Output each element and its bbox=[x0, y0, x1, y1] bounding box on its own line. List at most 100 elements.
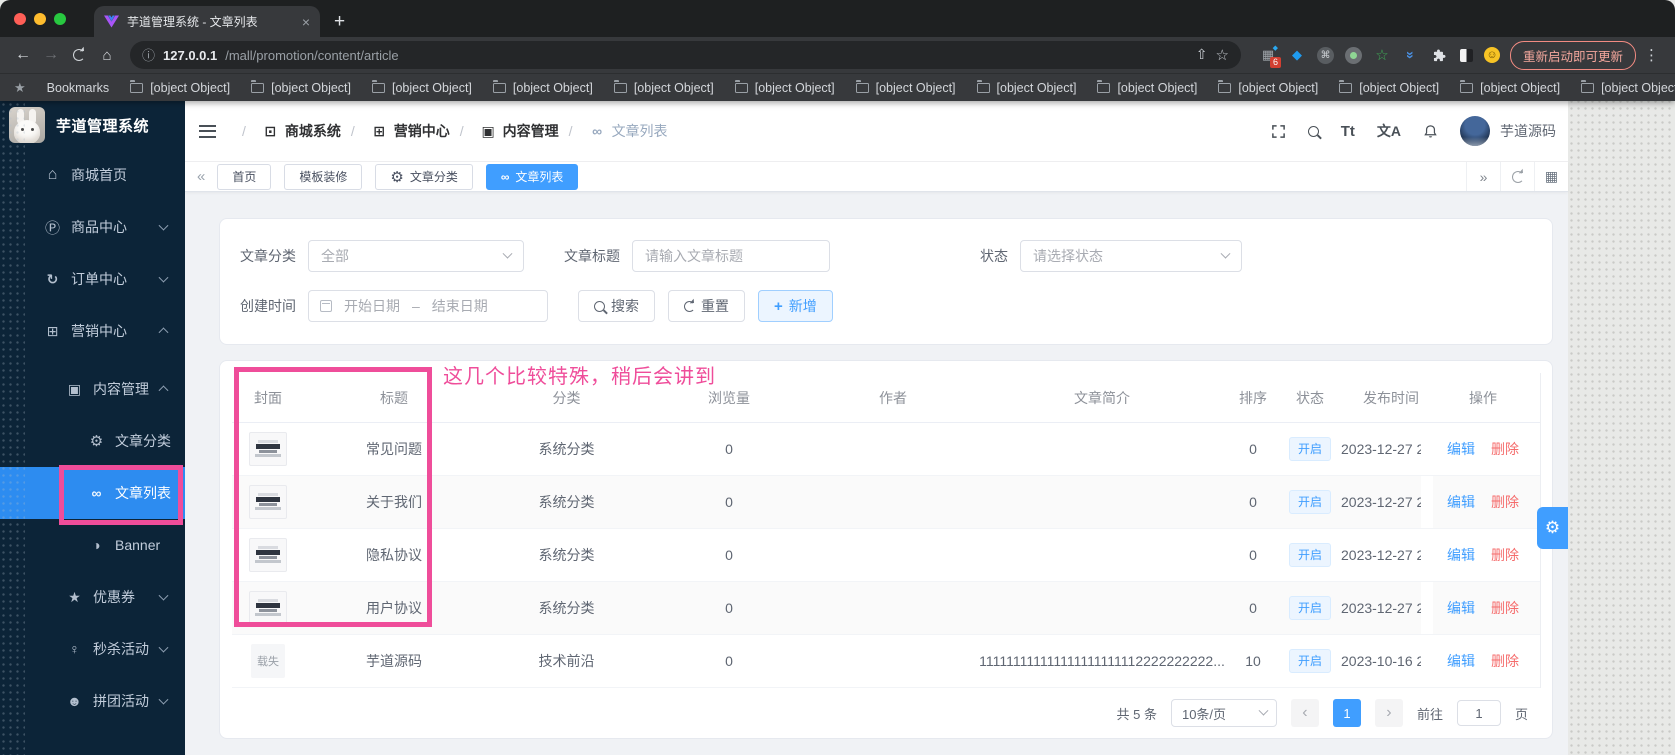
user-avatar[interactable] bbox=[1460, 116, 1490, 146]
bookmark-folder[interactable]: [object Object] bbox=[1218, 80, 1318, 95]
chevron-icon bbox=[158, 272, 169, 283]
page-tab[interactable]: 文章列表 bbox=[485, 163, 579, 190]
tabs-scroll-left-icon[interactable] bbox=[197, 168, 205, 185]
page-tab[interactable]: 首页 bbox=[217, 163, 272, 190]
bookmark-folder[interactable]: [object Object] bbox=[372, 80, 472, 95]
reload-icon[interactable] bbox=[66, 42, 92, 68]
breadcrumb-item[interactable]: 营销中心 bbox=[341, 121, 450, 141]
bookmark-folder[interactable]: [object Object] bbox=[1460, 80, 1560, 95]
prev-page-button[interactable] bbox=[1290, 699, 1319, 727]
extension-chevrons-icon[interactable] bbox=[1402, 46, 1420, 64]
extension-grid-icon[interactable]: 6 bbox=[1259, 46, 1281, 68]
search-icon[interactable] bbox=[1307, 125, 1319, 137]
title-input[interactable] bbox=[632, 240, 830, 272]
fullscreen-icon[interactable] bbox=[1271, 124, 1286, 139]
delete-link[interactable]: 删除 bbox=[1491, 492, 1519, 512]
folder-icon bbox=[734, 80, 748, 93]
settings-drawer-button[interactable] bbox=[1537, 507, 1568, 549]
refresh-page-icon[interactable] bbox=[1500, 162, 1534, 191]
search-button[interactable]: 搜索 bbox=[578, 290, 655, 322]
edit-link[interactable]: 编辑 bbox=[1447, 651, 1475, 671]
bookmark-folder[interactable]: [object Object] bbox=[251, 80, 351, 95]
notification-bell-icon[interactable] bbox=[1423, 123, 1438, 139]
browser-home-icon[interactable] bbox=[94, 42, 120, 68]
breadcrumb-item[interactable]: 内容管理 bbox=[450, 121, 559, 141]
sidebar-menu-item[interactable]: 商城首页 bbox=[0, 149, 185, 201]
sidebar-collapse-icon[interactable] bbox=[199, 124, 216, 138]
sidebar-menu-item[interactable]: 内容管理 bbox=[0, 363, 185, 415]
sidebar-menu-item[interactable]: 拼团活动 bbox=[0, 675, 185, 727]
tabs-scroll-right-icon[interactable] bbox=[1466, 162, 1500, 191]
delete-link[interactable]: 删除 bbox=[1491, 651, 1519, 671]
extension-emoji-icon[interactable] bbox=[1483, 47, 1500, 63]
bookmark-star-icon[interactable] bbox=[1216, 46, 1229, 65]
bookmark-folder[interactable]: [object Object] bbox=[613, 80, 714, 95]
add-button[interactable]: 新增 bbox=[758, 290, 833, 322]
browser-menu-icon[interactable] bbox=[1638, 46, 1665, 65]
goto-page-input[interactable] bbox=[1456, 700, 1501, 726]
page-tab[interactable]: 文章分类 bbox=[375, 163, 473, 190]
bookmark-folder[interactable]: [object Object] bbox=[976, 80, 1076, 95]
window-zoom-button[interactable] bbox=[54, 13, 66, 25]
share-icon[interactable] bbox=[1196, 46, 1208, 64]
extension-dark-mode-icon[interactable] bbox=[1459, 48, 1473, 62]
category-select[interactable]: 全部 bbox=[308, 240, 524, 272]
bookmark-folder-label: [object Object] bbox=[392, 80, 472, 95]
address-bar[interactable]: 127.0.0.1 /mall/promotion/content/articl… bbox=[130, 41, 1241, 69]
status-select[interactable]: 请选择状态 bbox=[1020, 240, 1242, 272]
bookmark-folder[interactable]: [object Object] bbox=[492, 80, 593, 95]
delete-link[interactable]: 删除 bbox=[1491, 545, 1519, 565]
bookmark-folder[interactable]: [object Object] bbox=[1581, 80, 1675, 95]
delete-link[interactable]: 删除 bbox=[1491, 439, 1519, 459]
sidebar-menu-item[interactable]: 商品中心 bbox=[0, 201, 185, 253]
sidebar-menu-item[interactable]: 订单中心 bbox=[0, 253, 185, 305]
breadcrumb-item[interactable]: 文章列表 bbox=[559, 121, 668, 141]
breadcrumb-item[interactable]: 商城系统 bbox=[232, 121, 341, 141]
extension-star-icon[interactable] bbox=[1373, 46, 1391, 64]
navigation-sidebar: 芋道管理系统 商城首页 商品中心 订单中心 bbox=[0, 101, 185, 755]
sidebar-menu-item[interactable]: 营销中心 bbox=[0, 305, 185, 357]
sidebar-menu-item[interactable]: Banner bbox=[0, 519, 185, 571]
edit-link[interactable]: 编辑 bbox=[1447, 598, 1475, 618]
edit-link[interactable]: 编辑 bbox=[1447, 545, 1475, 565]
font-size-icon[interactable]: Tt bbox=[1341, 123, 1355, 140]
next-page-button[interactable] bbox=[1374, 699, 1403, 727]
reset-button[interactable]: 重置 bbox=[668, 290, 745, 322]
window-close-button[interactable] bbox=[14, 13, 26, 25]
restart-update-button[interactable]: 重新启动即可更新 bbox=[1509, 40, 1636, 70]
page-size-select[interactable]: 10条/页 bbox=[1170, 699, 1277, 727]
date-range-input[interactable]: 开始日期 – 结束日期 bbox=[308, 290, 548, 322]
username[interactable]: 芋道源码 bbox=[1500, 121, 1556, 141]
edit-link[interactable]: 编辑 bbox=[1447, 439, 1475, 459]
sidebar-menu-item[interactable]: 文章列表 bbox=[0, 467, 185, 519]
bookmark-folder[interactable]: [object Object] bbox=[130, 80, 230, 95]
edit-link[interactable]: 编辑 bbox=[1447, 492, 1475, 512]
delete-link[interactable]: 删除 bbox=[1491, 598, 1519, 618]
extension-green-dot-icon[interactable] bbox=[1344, 46, 1362, 64]
browser-tab[interactable]: 芋道管理系统 - 文章列表 bbox=[94, 6, 320, 37]
translate-icon[interactable]: 文A bbox=[1377, 121, 1401, 141]
sidebar-menu-item[interactable]: 优惠券 bbox=[0, 571, 185, 623]
back-icon[interactable] bbox=[10, 42, 36, 68]
status-tag: 开启 bbox=[1288, 649, 1331, 673]
bookmark-folder[interactable]: [object Object] bbox=[734, 80, 835, 95]
site-info-icon[interactable] bbox=[142, 45, 155, 65]
bookmark-folder[interactable]: [object Object] bbox=[1097, 80, 1197, 95]
window-minimize-button[interactable] bbox=[34, 13, 46, 25]
forward-icon[interactable] bbox=[38, 42, 64, 68]
bookmark-folder[interactable]: [object Object] bbox=[1339, 80, 1439, 95]
page-tab[interactable]: 模板装修 bbox=[284, 163, 363, 190]
folder-icon bbox=[1339, 80, 1353, 93]
current-page-button[interactable]: 1 bbox=[1332, 699, 1361, 727]
sidebar-menu-item[interactable]: 秒杀活动 bbox=[0, 623, 185, 675]
layout-grid-icon[interactable] bbox=[1534, 162, 1568, 191]
sidebar-item-label: 订单中心 bbox=[71, 271, 127, 287]
sidebar-menu-item[interactable]: 文章分类 bbox=[0, 415, 185, 467]
extension-command-icon[interactable] bbox=[1316, 46, 1334, 64]
tab-close-icon[interactable] bbox=[302, 14, 310, 30]
browser-tab-strip: 芋道管理系统 - 文章列表 bbox=[0, 0, 1675, 37]
extension-kite-icon[interactable] bbox=[1288, 46, 1306, 64]
extensions-puzzle-icon[interactable] bbox=[1431, 46, 1449, 64]
new-tab-button[interactable] bbox=[334, 11, 345, 33]
bookmark-folder[interactable]: [object Object] bbox=[855, 80, 956, 95]
